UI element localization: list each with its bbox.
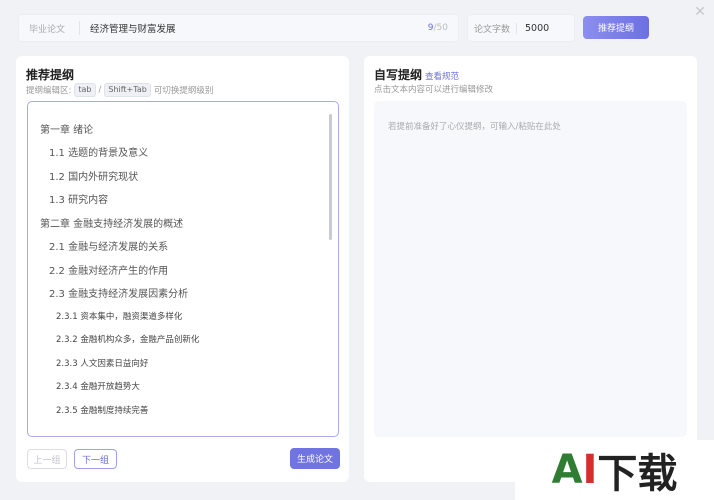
hint-suffix: 可切换提纲级别 bbox=[153, 86, 214, 96]
tab-key-badge: tab bbox=[74, 83, 96, 97]
top-bar: 毕业论文 经济管理与财富发展 9/50 论文字数 5000 推荐提纲 bbox=[18, 14, 694, 42]
custom-outline-hint: 点击文本内容可以进行编辑修改 bbox=[374, 85, 494, 95]
outline-editor[interactable]: 第一章 绪论 1.1 选题的背景及意义 1.2 国内外研究现状 1.3 研究内容… bbox=[27, 101, 339, 437]
outline-scrollbar[interactable] bbox=[329, 114, 332, 240]
shift-tab-key-badge: Shift+Tab bbox=[104, 83, 151, 97]
custom-outline-panel: 自写提纲 查看规范 点击文本内容可以进行编辑修改 若提前准备好了心仪提纲，可输入/… bbox=[364, 56, 697, 482]
watermark-letter-a: A bbox=[551, 447, 583, 493]
word-count-label: 论文字数 bbox=[474, 24, 511, 35]
custom-outline-title: 自写提纲 查看规范 bbox=[374, 66, 459, 83]
hint-prefix: 提纲编辑区: bbox=[26, 86, 72, 96]
char-counter: 9/50 bbox=[428, 23, 458, 33]
outline-item[interactable]: 2.3.4 金融开放趋势大 bbox=[28, 380, 140, 392]
recommended-outline-title: 推荐提纲 bbox=[26, 68, 75, 82]
outline-item[interactable]: 2.3 金融支持经济发展因素分析 bbox=[28, 285, 188, 300]
outline-item[interactable]: 第二章 金融支持经济发展的概述 bbox=[28, 215, 183, 230]
outline-item[interactable]: 2.3.1 资本集中，融资渠道多样化 bbox=[28, 310, 182, 322]
outline-item[interactable]: 2.3.5 金融制度持续完善 bbox=[28, 404, 148, 416]
watermark-letter-i: I bbox=[582, 447, 598, 493]
thesis-title-field[interactable]: 毕业论文 经济管理与财富发展 9/50 bbox=[18, 14, 459, 42]
next-group-button[interactable]: 下一组 bbox=[74, 449, 117, 469]
char-count-max: /50 bbox=[433, 23, 448, 33]
outline-item[interactable]: 1.3 研究内容 bbox=[28, 191, 108, 206]
outline-item[interactable]: 2.1 金融与经济发展的关系 bbox=[28, 238, 168, 253]
outline-editor-hint: 提纲编辑区: tab / Shift+Tab 可切换提纲级别 bbox=[26, 83, 213, 97]
close-icon[interactable]: ✕ bbox=[694, 4, 706, 20]
field-divider bbox=[79, 21, 80, 35]
word-count-input[interactable]: 5000 bbox=[516, 22, 549, 34]
custom-outline-title-text: 自写提纲 bbox=[374, 68, 423, 82]
watermark-text: 下载 bbox=[597, 451, 678, 497]
custom-outline-textarea[interactable]: 若提前准备好了心仪提纲，可输入/粘贴在此处 bbox=[374, 101, 687, 437]
watermark-logo: A I 下载 bbox=[515, 440, 714, 500]
thesis-title-input[interactable]: 经济管理与财富发展 bbox=[90, 21, 428, 35]
outline-item[interactable]: 2.3.3 人文因素日益向好 bbox=[28, 357, 148, 369]
thesis-type-label: 毕业论文 bbox=[29, 24, 66, 35]
outline-item[interactable]: 1.1 选题的背景及意义 bbox=[28, 144, 148, 159]
outline-item[interactable]: 2.2 金融对经济产生的作用 bbox=[28, 262, 168, 277]
word-count-field[interactable]: 论文字数 5000 bbox=[467, 14, 575, 42]
recommended-outline-panel: 推荐提纲 提纲编辑区: tab / Shift+Tab 可切换提纲级别 第一章 … bbox=[16, 56, 349, 482]
outline-item[interactable]: 第一章 绪论 bbox=[28, 121, 93, 136]
view-guidelines-link[interactable]: 查看规范 bbox=[425, 72, 459, 82]
custom-outline-placeholder: 若提前准备好了心仪提纲，可输入/粘贴在此处 bbox=[388, 122, 561, 132]
outline-item[interactable]: 1.2 国内外研究现状 bbox=[28, 168, 138, 183]
recommend-outline-button[interactable]: 推荐提纲 bbox=[583, 16, 649, 39]
hint-separator: / bbox=[98, 85, 102, 95]
generate-paper-button[interactable]: 生成论文 bbox=[290, 448, 340, 469]
outline-item[interactable]: 2.3.2 金融机构众多，金融产品创新化 bbox=[28, 333, 199, 345]
previous-group-button[interactable]: 上一组 bbox=[27, 449, 67, 469]
